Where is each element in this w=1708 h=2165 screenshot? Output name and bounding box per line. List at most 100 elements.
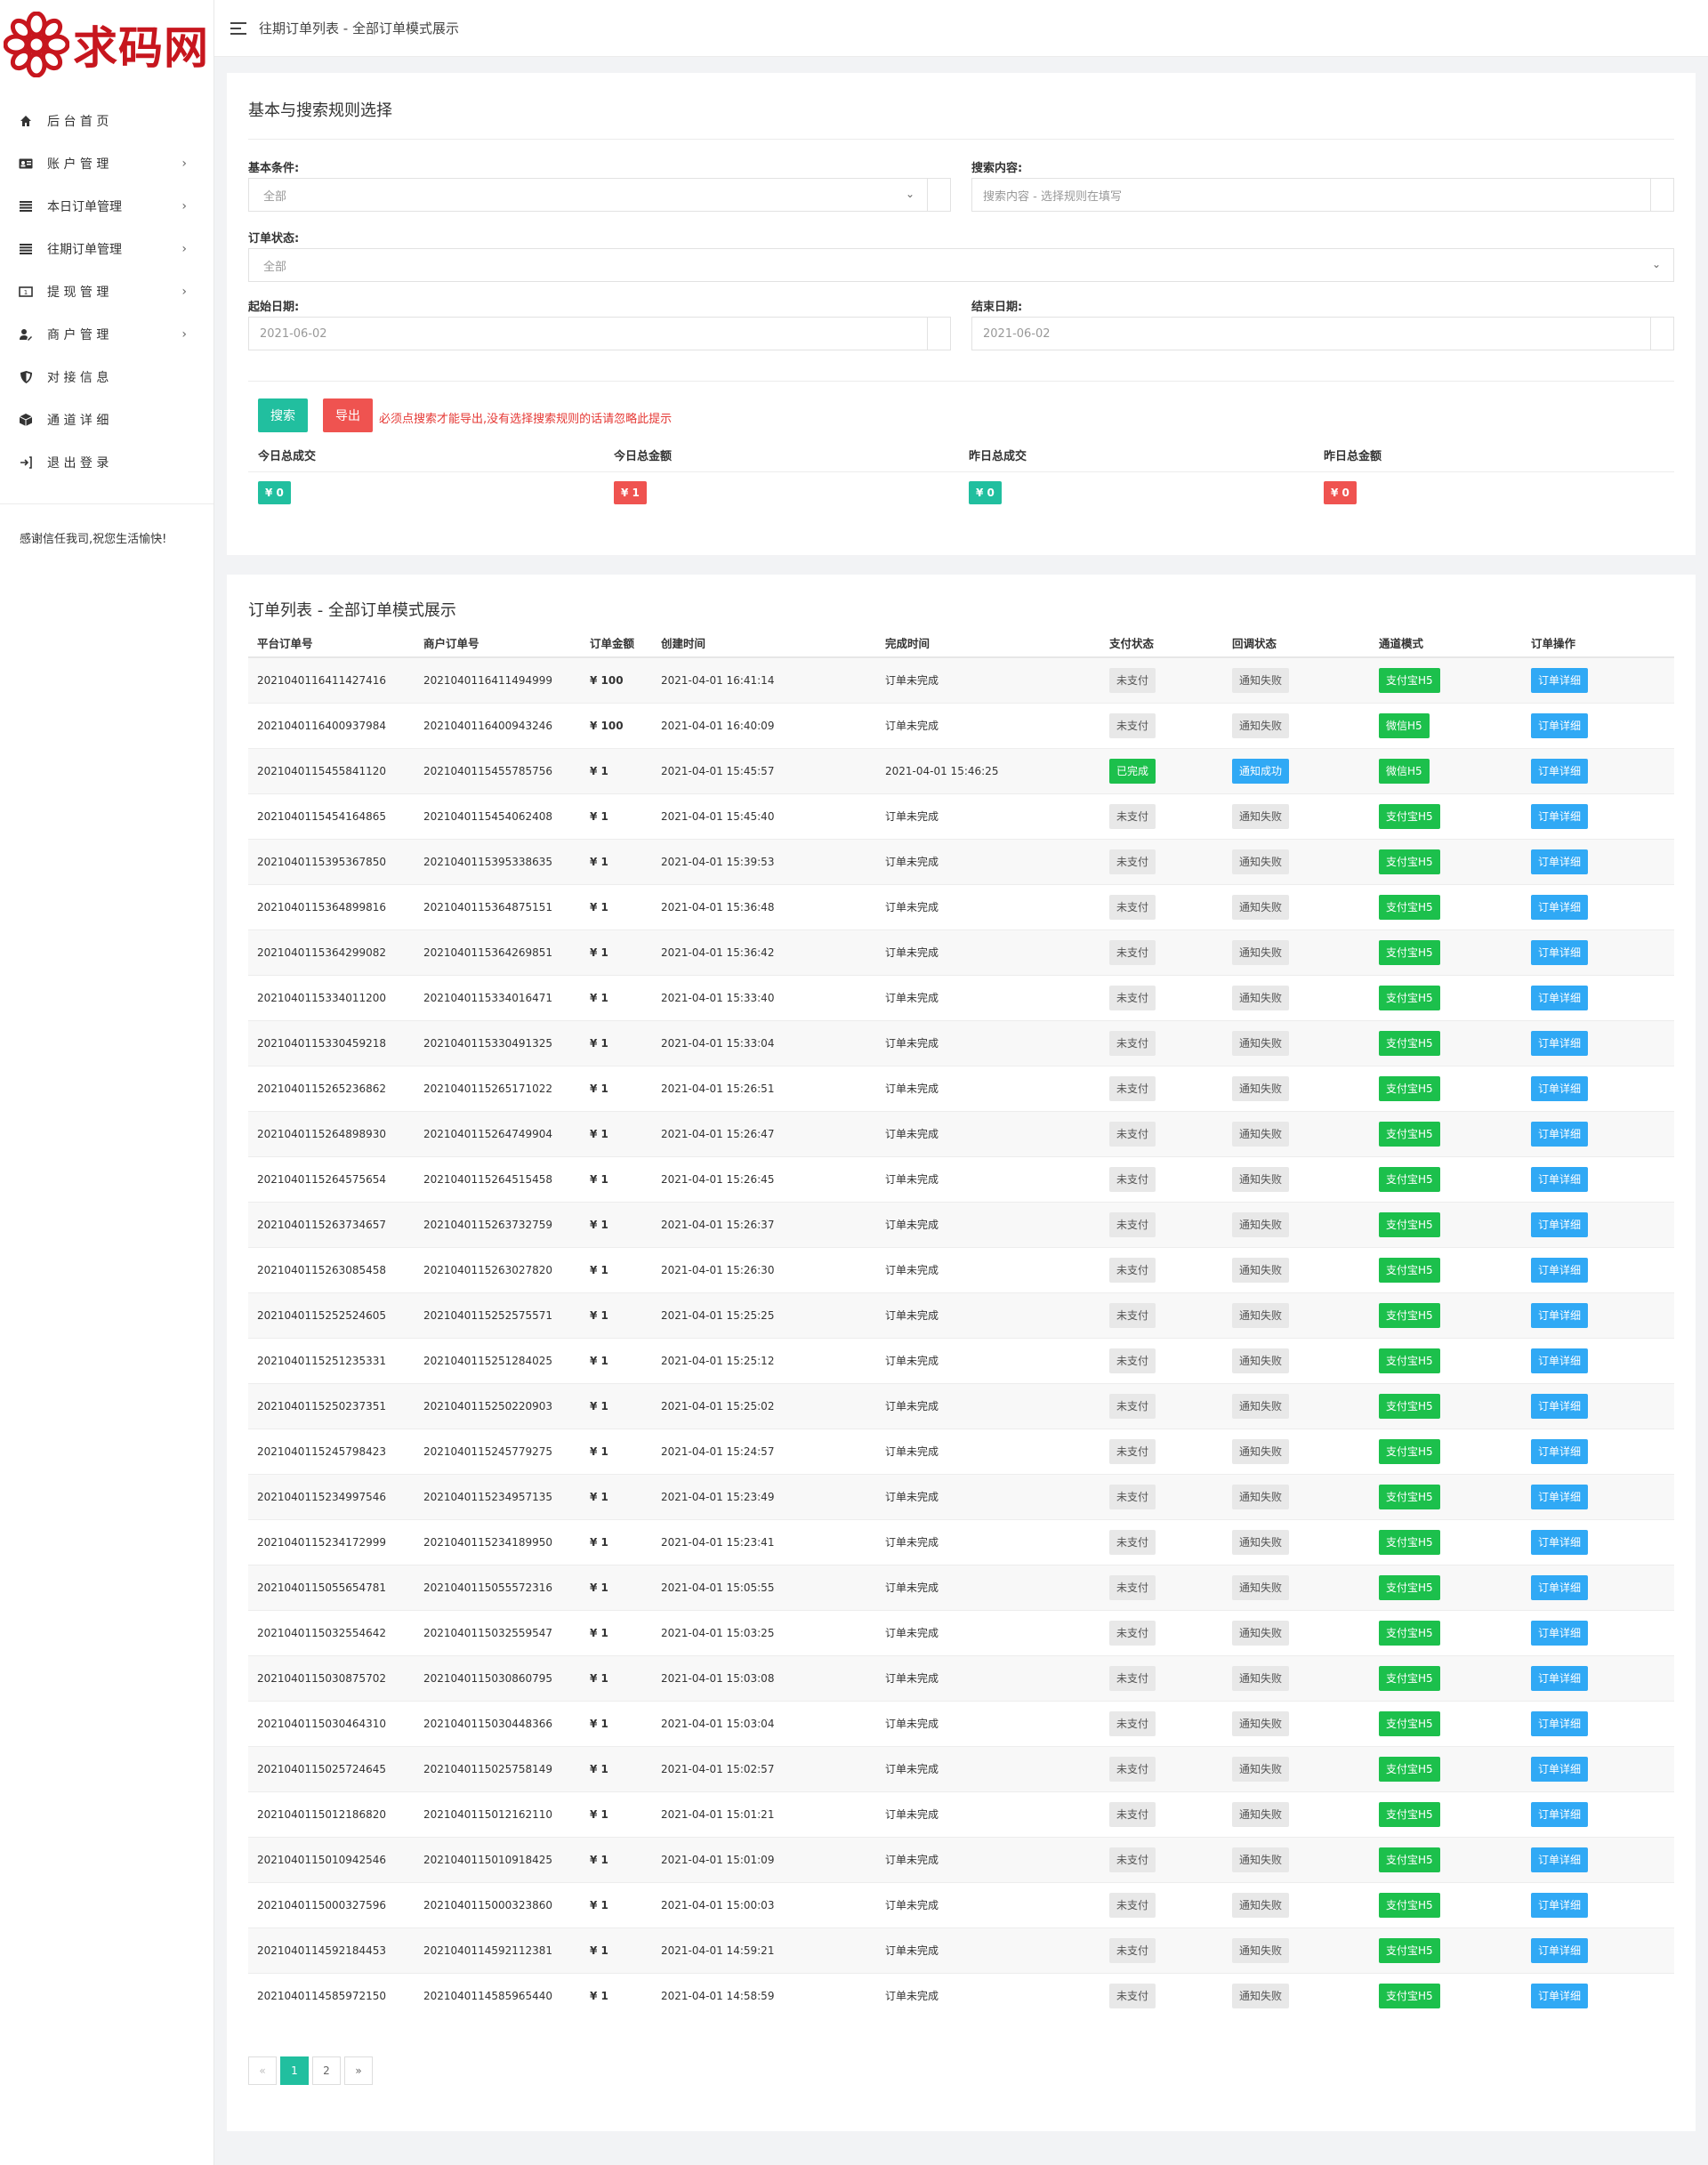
calendar-addon[interactable] [927,318,950,350]
callback-status-cell: 通知失败 [1223,1246,1370,1292]
sidebar-item-1[interactable]: 账 户 管 理 › [0,142,214,185]
order-detail-button[interactable]: 订单详细 [1531,1983,1589,2008]
order-detail-button[interactable]: 订单详细 [1531,758,1589,784]
callback-status-cell: 通知失败 [1223,1428,1370,1474]
export-button[interactable]: 导出 [323,398,373,432]
order-amount: ¥ 1 [581,793,652,839]
merchant-order-id: 2021040114592112381 [415,1927,581,1973]
pay-status-badge: 未支付 [1109,1393,1156,1419]
callback-status-badge: 通知失败 [1232,1801,1290,1827]
start-date-input[interactable]: 2021-06-02 [248,317,951,350]
start-date-label: 起始日期: [248,301,300,314]
sidebar-item-6[interactable]: 对 接 信 息 [0,356,214,398]
pay-status-cell: 未支付 [1100,1609,1223,1655]
order-detail-button[interactable]: 订单详细 [1531,1438,1589,1464]
pay-status-cell: 已完成 [1100,747,1223,793]
sidebar-item-0[interactable]: 后 台 首 页 [0,100,214,142]
callback-status-cell: 通知失败 [1223,1518,1370,1565]
order-detail-button[interactable]: 订单详细 [1531,1937,1589,1963]
order-amount: ¥ 1 [581,747,652,793]
sidebar-item-2[interactable]: 本日订单管理 › [0,185,214,228]
search-button[interactable]: 搜索 [258,398,308,432]
sidebar-item-label: 对 接 信 息 [47,371,109,385]
order-detail-button[interactable]: 订单详细 [1531,1529,1589,1555]
sidebar-item-7[interactable]: 通 道 详 细 [0,398,214,441]
order-detail-button[interactable]: 订单详细 [1531,1348,1589,1373]
pagination-page-1[interactable]: 1 [280,2056,309,2085]
order-status-select[interactable]: 全部 ⌄ [248,248,1674,282]
order-detail-button[interactable]: 订单详细 [1531,667,1589,693]
order-detail-button[interactable]: 订单详细 [1531,849,1589,874]
table-row: 2021040115263734657 2021040115263732759 ¥ … [248,1201,1674,1247]
logo[interactable]: 求码网 [0,0,214,89]
callback-status-badge: 通知失败 [1232,1574,1290,1600]
menu-icon[interactable] [230,21,248,36]
sidebar-item-4[interactable]: 1 提 现 管 理 › [0,270,214,313]
column-header-2: 订单金额 [581,628,652,658]
table-row: 2021040115330459218 2021040115330491325 ¥ … [248,1019,1674,1066]
pay-status-cell: 未支付 [1100,883,1223,930]
order-detail-button[interactable]: 订单详细 [1531,1756,1589,1782]
order-detail-button[interactable]: 订单详细 [1531,803,1589,829]
order-detail-button[interactable]: 订单详细 [1531,1030,1589,1056]
calendar-addon[interactable] [1650,318,1673,350]
pagination-page-2[interactable]: 2 [312,2056,341,2085]
table-row: 2021040115025724645 2021040115025758149 ¥ … [248,1745,1674,1791]
end-date-input[interactable]: 2021-06-02 [971,317,1674,350]
completed-time: 订单未完成 [876,1382,1100,1429]
created-time: 2021-04-01 15:03:08 [652,1654,876,1701]
flower-logo-icon [4,12,69,77]
order-detail-button[interactable]: 订单详细 [1531,1121,1589,1147]
order-detail-button[interactable]: 订单详细 [1531,985,1589,1010]
created-time: 2021-04-01 15:26:51 [652,1065,876,1111]
pay-status-cell: 未支付 [1100,1110,1223,1156]
order-detail-button[interactable]: 订单详细 [1531,1665,1589,1691]
chevron-down-icon: ⌄ [905,188,914,200]
order-detail-button[interactable]: 订单详细 [1531,939,1589,965]
table-row: 2021040115000327596 2021040115000323860 ¥ … [248,1881,1674,1928]
search-content-input[interactable]: 搜索内容 - 选择规则在填写 [971,178,1674,212]
order-detail-button[interactable]: 订单详细 [1531,712,1589,738]
order-detail-button[interactable]: 订单详细 [1531,1484,1589,1509]
table-row: 2021040115264575654 2021040115264515458 ¥ … [248,1155,1674,1202]
order-detail-button[interactable]: 订单详细 [1531,1211,1589,1237]
order-detail-button[interactable]: 订单详细 [1531,894,1589,920]
callback-status-cell: 通知失败 [1223,1292,1370,1338]
order-detail-button[interactable]: 订单详细 [1531,1393,1589,1419]
order-detail-button[interactable]: 订单详细 [1531,1620,1589,1646]
created-time: 2021-04-01 15:33:40 [652,974,876,1020]
action-cell: 订单详细 [1522,883,1674,930]
channel-badge: 支付宝H5 [1379,1438,1440,1464]
channel-cell: 支付宝H5 [1370,1292,1522,1338]
order-detail-button[interactable]: 订单详细 [1531,1574,1589,1600]
sidebar-item-5[interactable]: 商 户 管 理 › [0,313,214,356]
completed-time: 订单未完成 [876,974,1100,1020]
callback-status-badge: 通知失败 [1232,712,1290,738]
sidebar-item-3[interactable]: 往期订单管理 › [0,228,214,270]
order-amount: ¥ 1 [581,1292,652,1338]
order-detail-button[interactable]: 订单详细 [1531,1302,1589,1328]
action-cell: 订单详细 [1522,1836,1674,1882]
pagination-next[interactable]: » [344,2056,373,2085]
merchant-order-id: 2021040115364269851 [415,929,581,975]
table-row: 2021040115032554642 2021040115032559547 ¥ … [248,1609,1674,1655]
completed-time: 订单未完成 [876,1473,1100,1519]
basic-condition-select[interactable]: 全部 ⌄ [248,178,951,212]
callback-status-cell: 通知失败 [1223,1382,1370,1429]
order-detail-button[interactable]: 订单详细 [1531,1710,1589,1736]
chevron-down-icon: ⌄ [1651,258,1661,270]
pagination-prev[interactable]: « [248,2056,277,2085]
table-row: 2021040115263085458 2021040115263027820 ¥ … [248,1246,1674,1292]
order-detail-button[interactable]: 订单详细 [1531,1847,1589,1872]
order-detail-button[interactable]: 订单详细 [1531,1257,1589,1283]
order-detail-button[interactable]: 订单详细 [1531,1166,1589,1192]
order-list-panel: 订单列表 - 全部订单模式展示 平台订单号 商户订单号 订单金额 创建时间 完成时间 支付… [227,575,1696,2131]
order-detail-button[interactable]: 订单详细 [1531,1892,1589,1918]
sidebar-item-8[interactable]: 退 出 登 录 [0,441,214,484]
callback-status-badge: 通知失败 [1232,667,1290,693]
callback-status-badge: 通知失败 [1232,1983,1290,2008]
order-amount: ¥ 1 [581,929,652,975]
channel-cell: 支付宝H5 [1370,1564,1522,1610]
order-detail-button[interactable]: 订单详细 [1531,1075,1589,1101]
order-detail-button[interactable]: 订单详细 [1531,1801,1589,1827]
